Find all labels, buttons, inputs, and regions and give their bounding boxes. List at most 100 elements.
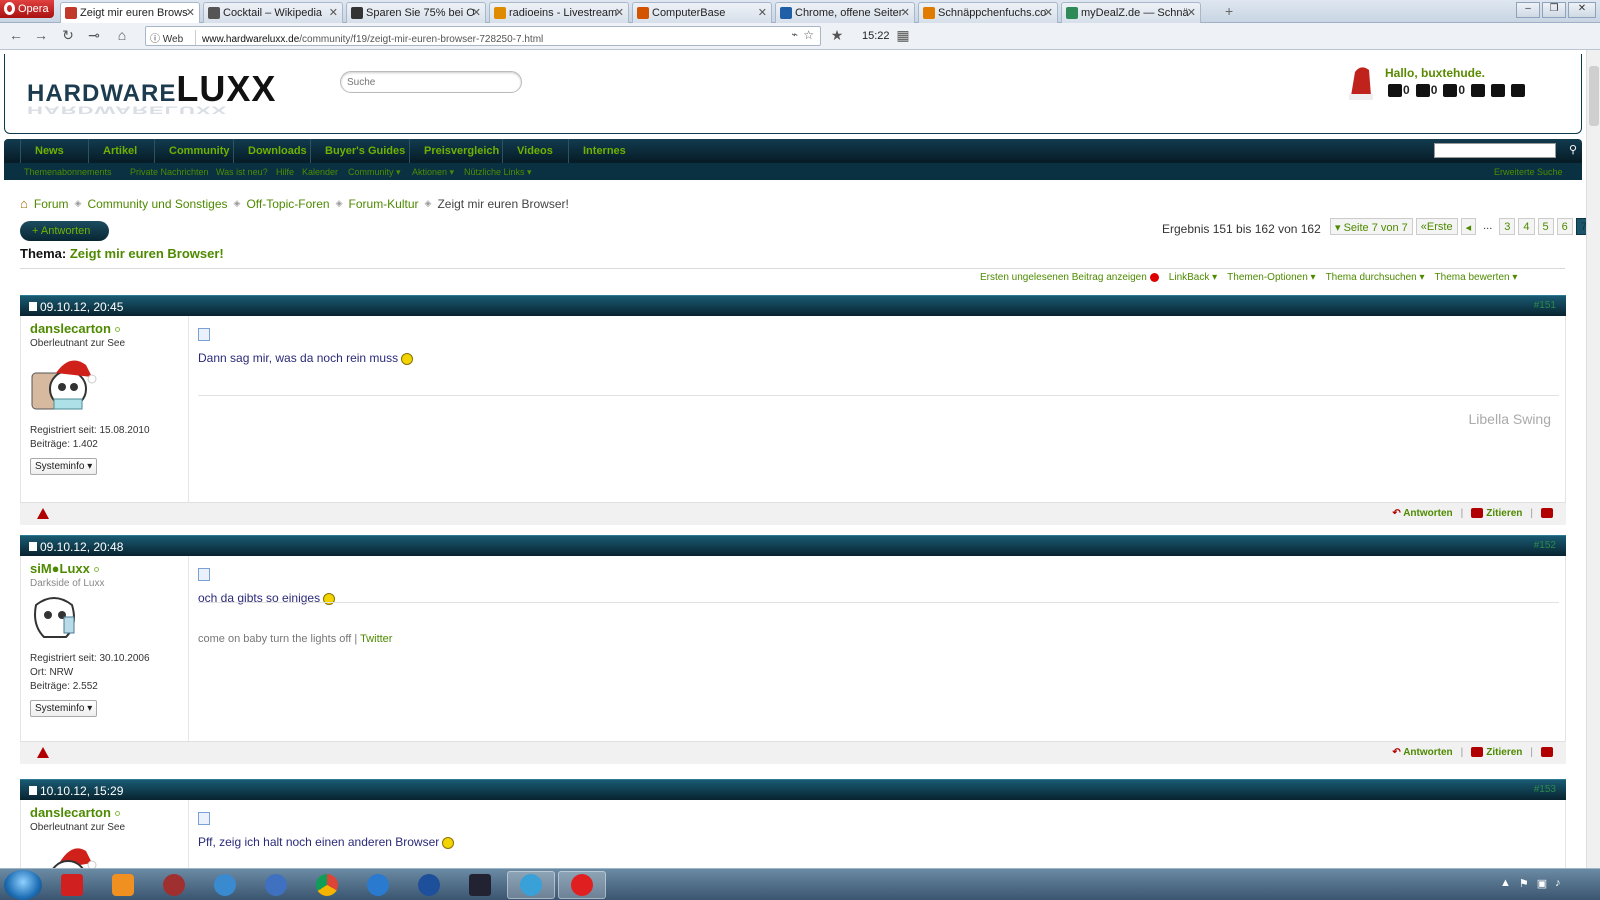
- page-link[interactable]: 5: [1537, 218, 1554, 235]
- breadcrumb-link[interactable]: Forum: [34, 197, 69, 211]
- browser-tab[interactable]: radioeins - Livestream ✕: [489, 2, 629, 23]
- browser-tab[interactable]: Schnäppchenfuchs.co... ✕: [918, 2, 1058, 23]
- nav-preisvergleich[interactable]: Preisvergleich: [409, 139, 513, 163]
- home-icon[interactable]: ⌂: [112, 27, 132, 45]
- browser-tab[interactable]: ComputerBase ✕: [632, 2, 772, 23]
- username[interactable]: danslecarton: [30, 805, 179, 820]
- browser-tab[interactable]: Sparen Sie 75% bei Orc... ✕: [346, 2, 486, 23]
- site-info-badge[interactable]: ⓘ Web: [150, 30, 196, 45]
- avatar[interactable]: [30, 595, 80, 643]
- advanced-search-link[interactable]: Erweiterte Suche: [1494, 167, 1563, 177]
- close-tab-icon[interactable]: ✕: [1044, 6, 1053, 19]
- nav-buyers-guides[interactable]: Buyer's Guides: [310, 139, 419, 163]
- flag-icon[interactable]: ⚑: [1519, 877, 1529, 890]
- network-icon[interactable]: ▣: [1537, 877, 1547, 890]
- subnav-link[interactable]: Kalender: [302, 167, 338, 177]
- thread-title-link[interactable]: Zeigt mir euren Browser!: [70, 246, 224, 261]
- page-link[interactable]: 3: [1499, 218, 1516, 235]
- avatar[interactable]: [30, 355, 100, 415]
- taskbar-app[interactable]: [354, 871, 402, 899]
- rss-icon[interactable]: ⌁: [791, 28, 798, 41]
- nav-downloads[interactable]: Downloads: [233, 139, 321, 163]
- subnav-link[interactable]: Aktionen ▾: [412, 167, 454, 178]
- subnav-link[interactable]: Nützliche Links ▾: [464, 167, 532, 178]
- browser-tab[interactable]: Zeigt mir euren Browse... ✕: [60, 2, 200, 24]
- subnav-link[interactable]: Private Nachrichten: [130, 167, 209, 177]
- taskbar-app[interactable]: [303, 871, 351, 899]
- twitter-link[interactable]: Twitter: [360, 633, 392, 645]
- forward-icon[interactable]: →: [31, 27, 51, 45]
- reply-button[interactable]: ↶ Antworten: [1392, 747, 1452, 758]
- username[interactable]: danslecarton: [30, 321, 179, 336]
- first-unread-link[interactable]: Ersten ungelesenen Beitrag anzeigen: [980, 272, 1159, 283]
- search-icon[interactable]: ⚲: [1569, 143, 1577, 156]
- opera-menu-button[interactable]: Opera: [0, 0, 54, 18]
- nav-news[interactable]: News: [20, 139, 78, 163]
- close-tab-icon[interactable]: ✕: [186, 6, 195, 19]
- tray-expand-icon[interactable]: ▲: [1500, 877, 1511, 890]
- thread-options-menu[interactable]: Themen-Optionen ▾: [1227, 272, 1315, 283]
- avatar[interactable]: [30, 839, 100, 868]
- taskbar-app[interactable]: [48, 871, 96, 899]
- key-icon[interactable]: ⊸: [84, 27, 104, 45]
- multiquote-button[interactable]: [1541, 747, 1556, 758]
- page-scrollbar[interactable]: [1586, 50, 1600, 868]
- breadcrumb-link[interactable]: Forum-Kultur: [349, 197, 419, 211]
- page-link[interactable]: 6: [1556, 218, 1573, 235]
- first-page-link[interactable]: «Erste: [1415, 218, 1458, 235]
- grid-icon[interactable]: ▦: [893, 27, 913, 45]
- post-number[interactable]: #151: [1534, 300, 1556, 311]
- report-post-icon[interactable]: [37, 747, 49, 758]
- nav-internes[interactable]: Internes: [568, 139, 640, 163]
- page-jump-dropdown[interactable]: ▾ Seite 7 von 7: [1330, 218, 1413, 235]
- nav-search-input[interactable]: [1434, 143, 1556, 158]
- taskbar-app[interactable]: [252, 871, 300, 899]
- nav-community[interactable]: Community: [154, 139, 244, 163]
- bookmark-star-icon[interactable]: ☆: [803, 28, 814, 42]
- post-number[interactable]: #153: [1534, 784, 1556, 795]
- subnav-link[interactable]: Themenabonnements: [24, 167, 112, 177]
- scrollbar-thumb[interactable]: [1589, 66, 1599, 126]
- browser-tab[interactable]: Chrome, offene Seiten ... ✕: [775, 2, 915, 23]
- reply-button[interactable]: ↶ Antworten: [1392, 508, 1452, 519]
- messages-counter[interactable]: 0: [1415, 83, 1437, 97]
- taskbar-app-opera[interactable]: [558, 871, 606, 899]
- volume-icon[interactable]: ♪: [1555, 877, 1561, 890]
- speed-dial-star-icon[interactable]: ★: [827, 27, 847, 45]
- logout-button[interactable]: [1511, 83, 1526, 97]
- back-icon[interactable]: ←: [6, 27, 26, 45]
- start-button[interactable]: [4, 870, 42, 900]
- subnav-link[interactable]: Was ist neu?: [216, 167, 268, 177]
- close-tab-icon[interactable]: ✕: [901, 6, 910, 19]
- breadcrumb-link[interactable]: Off-Topic-Foren: [246, 197, 329, 211]
- taskbar-app[interactable]: [150, 871, 198, 899]
- nav-artikel[interactable]: Artikel: [88, 139, 151, 163]
- header-search-input[interactable]: [340, 71, 522, 93]
- reload-icon[interactable]: ↻: [58, 27, 78, 45]
- close-window-button[interactable]: ✕: [1568, 2, 1596, 18]
- quote-button[interactable]: Zitieren: [1471, 747, 1522, 758]
- friends-counter[interactable]: 0: [1443, 83, 1465, 97]
- home-icon[interactable]: ⌂: [20, 196, 28, 211]
- new-reply-button[interactable]: + Antworten: [20, 221, 109, 241]
- browser-tab[interactable]: Cocktail – Wikipedia ✕: [203, 2, 343, 23]
- address-bar[interactable]: ⓘ Web www.hardwareluxx.de/community/f19/z…: [145, 26, 821, 46]
- close-tab-icon[interactable]: ✕: [472, 6, 481, 19]
- nav-videos[interactable]: Videos: [502, 139, 567, 163]
- close-tab-icon[interactable]: ✕: [615, 6, 624, 19]
- minimize-button[interactable]: –: [1516, 2, 1540, 18]
- prev-page-link[interactable]: ◂: [1460, 218, 1477, 235]
- breadcrumb-link[interactable]: Community und Sonstiges: [87, 197, 227, 211]
- report-post-icon[interactable]: [37, 508, 49, 519]
- close-tab-icon[interactable]: ✕: [329, 6, 338, 19]
- browser-tab[interactable]: myDealZ.de — Schnäp... ✕: [1061, 2, 1201, 23]
- new-tab-button[interactable]: +: [1225, 3, 1233, 19]
- systeminfo-button[interactable]: Systeminfo ▾: [30, 458, 98, 475]
- taskbar-app[interactable]: [507, 871, 555, 899]
- post-number[interactable]: #152: [1534, 540, 1556, 551]
- notifications-counter[interactable]: 0: [1388, 83, 1410, 97]
- maximize-button[interactable]: ❐: [1542, 2, 1566, 18]
- rate-thread-menu[interactable]: Thema bewerten ▾: [1435, 272, 1518, 283]
- close-tab-icon[interactable]: ✕: [1187, 6, 1196, 19]
- page-link[interactable]: 4: [1518, 218, 1535, 235]
